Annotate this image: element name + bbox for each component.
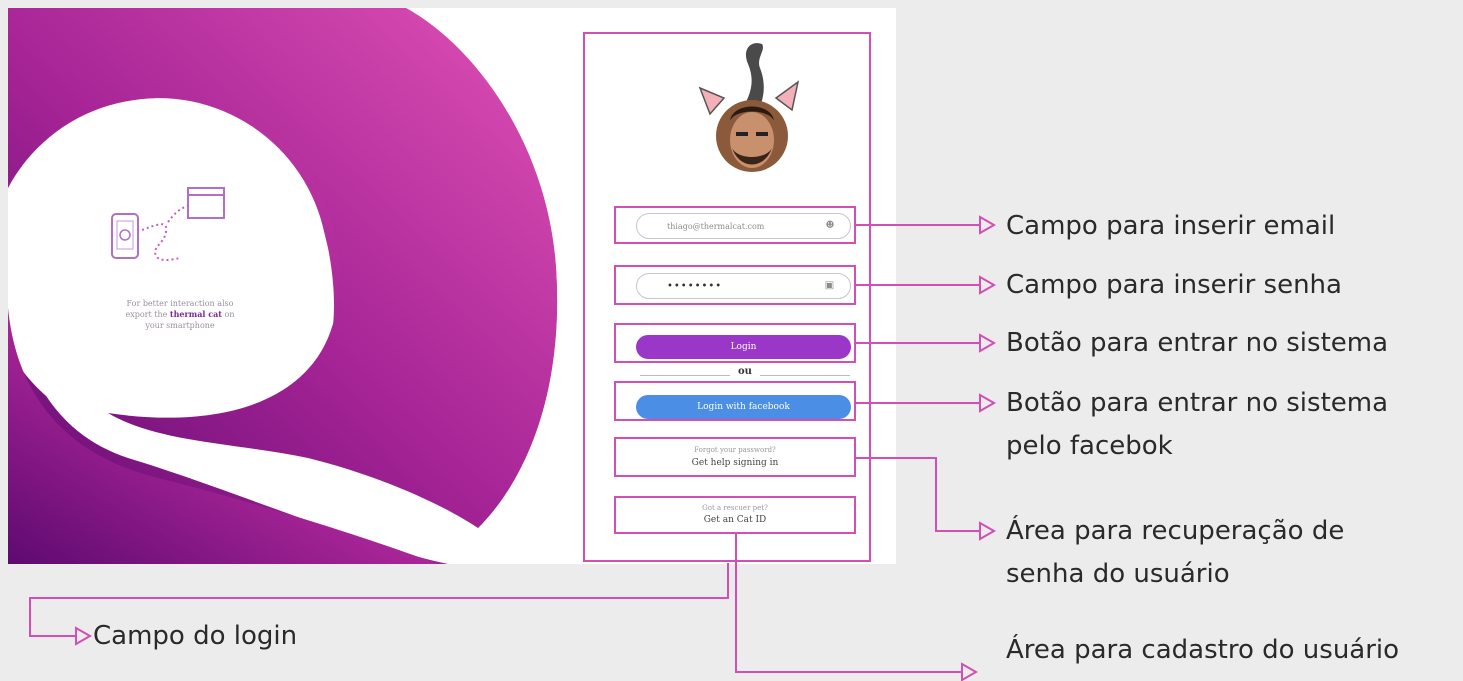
annotation-login-area: Campo do login	[93, 621, 298, 651]
annotation-email: Campo para inserir email	[1006, 211, 1336, 241]
annotation-recovery-line-2: senha do usuário	[1006, 559, 1230, 589]
annotation-register: Área para cadastro do usuário	[1006, 635, 1400, 665]
annotation-login: Botão para entrar no sistema	[1006, 328, 1389, 358]
annotation-recovery-line-1: Área para recuperação de	[1006, 516, 1345, 546]
annotation-facebook-line-2: pelo facebok	[1006, 431, 1173, 461]
annotation-password: Campo para inserir senha	[1006, 270, 1342, 300]
annotation-facebook-line-1: Botão para entrar no sistema	[1006, 388, 1389, 418]
